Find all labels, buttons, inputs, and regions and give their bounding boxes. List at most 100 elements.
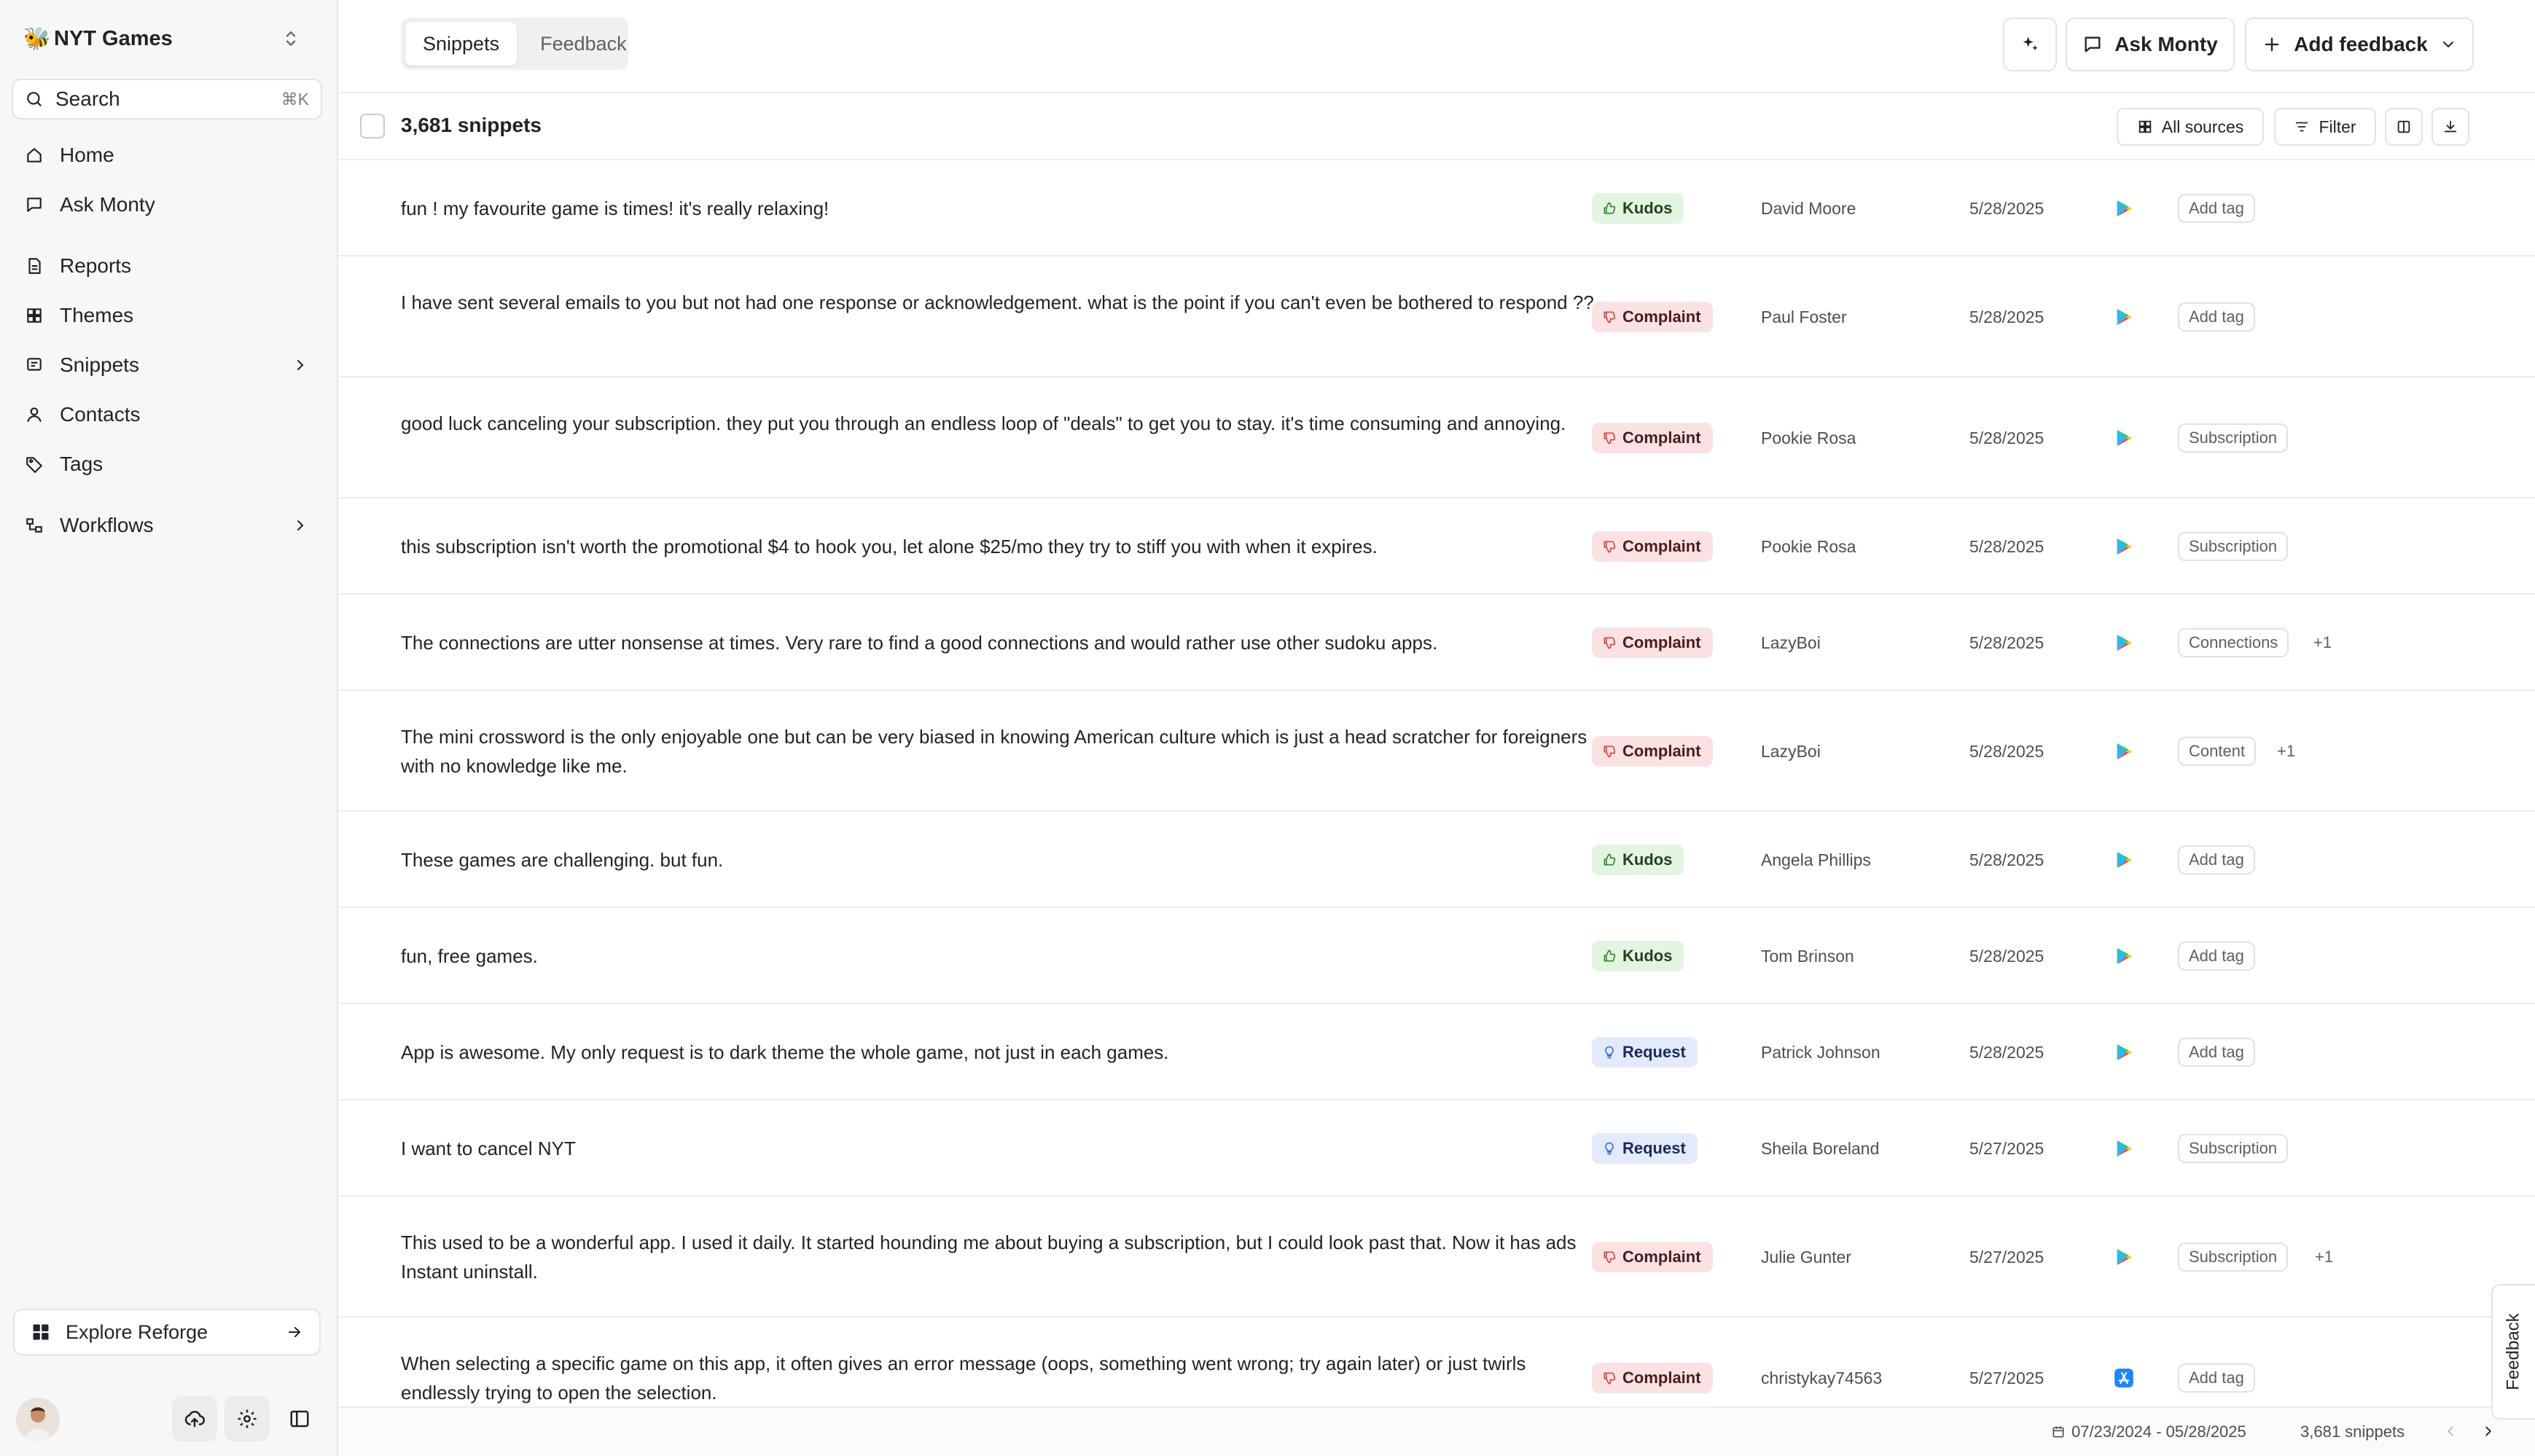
feedback-widget-tab[interactable]: Feedback (2491, 1284, 2535, 1420)
table-row[interactable]: I have sent several emails to you but no… (338, 257, 2535, 377)
tag-chip[interactable]: Subscription (2178, 423, 2289, 453)
table-row[interactable]: this subscription isn't worth the promot… (338, 498, 2535, 595)
snippet-text: When selecting a specific game on this a… (401, 1353, 1526, 1404)
google-play-icon (2117, 200, 2132, 217)
all-sources-label: All sources (2161, 117, 2244, 136)
google-play-icon (2117, 1248, 2132, 1266)
all-sources-button[interactable]: All sources (2117, 108, 2264, 146)
category-badge[interactable]: Complaint (1592, 627, 1713, 658)
tag-chip[interactable]: Subscription (2178, 532, 2289, 561)
table-row[interactable]: The connections are utter nonsense at ti… (338, 595, 2535, 691)
table-row[interactable]: App is awesome. My only request is to da… (338, 1004, 2535, 1100)
category-badge[interactable]: Complaint (1592, 531, 1713, 562)
category-label: Kudos (1622, 947, 1673, 965)
category-badge[interactable]: Complaint (1592, 423, 1713, 453)
tag-chip[interactable]: Add tag (2178, 942, 2255, 971)
explore-reforge-button[interactable]: Explore Reforge (13, 1309, 321, 1355)
sidebar-item-contacts[interactable]: Contacts (12, 394, 322, 436)
ai-sparkle-button[interactable] (2003, 17, 2057, 71)
category-badge[interactable]: Kudos (1592, 193, 1684, 224)
tag-chip[interactable]: Subscription (2178, 1242, 2289, 1272)
view-tabs: Snippets Feedback (401, 17, 628, 70)
table-row[interactable]: fun ! my favourite game is times! it's r… (338, 160, 2535, 257)
author-name: Angela Phillips (1761, 850, 1871, 869)
chevron-up-down-icon (286, 31, 296, 46)
tag-chip[interactable]: Add tag (2178, 845, 2255, 874)
upload-button[interactable] (172, 1396, 217, 1441)
category-badge[interactable]: Kudos (1592, 941, 1684, 971)
category-badge[interactable]: Complaint (1592, 1242, 1713, 1272)
tag-chip[interactable]: Add tag (2178, 1038, 2255, 1067)
sidebar-item-home[interactable]: Home (12, 134, 322, 176)
tag-chip[interactable]: Add tag (2178, 1363, 2255, 1393)
select-all-checkbox[interactable] (360, 114, 385, 138)
grid-icon (27, 308, 42, 323)
category-label: Complaint (1622, 428, 1701, 447)
snippet-text: This used to be a wonderful app. I used … (401, 1232, 1577, 1283)
category-badge[interactable]: Complaint (1592, 302, 1713, 332)
snippet-date: 5/27/2025 (1969, 1139, 2044, 1158)
table-row[interactable]: good luck canceling your subscription. t… (338, 377, 2535, 498)
sidebar-item-ask-monty[interactable]: Ask Monty (12, 184, 322, 226)
list-header: 3,681 snippets All sources Filter (338, 93, 2535, 160)
sidebar-item-workflows[interactable]: Workflows (12, 504, 322, 547)
tag-chip[interactable]: Content (2178, 737, 2257, 766)
category-badge[interactable]: Complaint (1592, 736, 1713, 767)
tab-feedback[interactable]: Feedback (523, 22, 644, 66)
footer-count: 3,681 snippets (2300, 1422, 2405, 1441)
ask-monty-label: Ask Monty (2114, 33, 2218, 55)
settings-button[interactable] (224, 1396, 270, 1441)
category-label: Kudos (1622, 850, 1673, 869)
chat-icon (2085, 36, 2101, 52)
top-toolbar: Snippets Feedback Ask Monty Add feedback (338, 0, 2535, 93)
extra-tags-count[interactable]: +1 (2315, 1248, 2333, 1267)
prev-page-button[interactable] (2437, 1418, 2464, 1444)
snippet-text: fun ! my favourite game is times! it's r… (401, 197, 829, 219)
snippet-text: App is awesome. My only request is to da… (401, 1041, 1169, 1063)
sidebar-item-reports[interactable]: Reports (12, 245, 322, 287)
thumbs-down-icon (1604, 311, 1616, 324)
tab-snippets[interactable]: Snippets (405, 22, 517, 66)
table-row[interactable]: The mini crossword is the only enjoyable… (338, 691, 2535, 812)
add-feedback-button[interactable]: Add feedback (2245, 17, 2474, 71)
tag-chip[interactable]: Add tag (2178, 302, 2255, 332)
category-label: Kudos (1622, 199, 1673, 217)
sidebar-item-tags[interactable]: Tags (12, 443, 322, 485)
columns-button[interactable] (2385, 108, 2423, 146)
sidebar-item-snippets[interactable]: Snippets (12, 344, 322, 386)
toggle-sidebar-button[interactable] (277, 1396, 322, 1441)
workspace-switcher[interactable]: 🐝 NYT Games (13, 17, 312, 60)
filter-icon (2296, 122, 2308, 132)
table-row[interactable]: fun, free games. Kudos Tom Brinson 5/28/202… (338, 908, 2535, 1004)
search-input[interactable]: Search ⌘K (12, 79, 322, 120)
tag-chip[interactable]: Connections (2178, 628, 2289, 657)
tag-chip[interactable]: Subscription (2178, 1134, 2289, 1163)
calendar-icon (2052, 1426, 2064, 1438)
category-badge[interactable]: Kudos (1592, 845, 1684, 875)
avatar[interactable] (16, 1398, 60, 1441)
date-range[interactable]: 07/23/2024 - 05/28/2025 (2051, 1422, 2246, 1441)
user-avatar-icon (16, 1398, 60, 1441)
table-row[interactable]: These games are challenging. but fun. Kud… (338, 812, 2535, 908)
extra-tags-count[interactable]: +1 (2313, 633, 2332, 652)
grid-icon (2138, 120, 2151, 133)
table-row[interactable]: I want to cancel NYT Request Sheila Borela… (338, 1100, 2535, 1197)
filter-button[interactable]: Filter (2274, 108, 2376, 146)
download-button[interactable] (2432, 108, 2469, 146)
thumbs-down-icon (1604, 541, 1616, 553)
sidebar-item-themes[interactable]: Themes (12, 294, 322, 337)
category-badge[interactable]: Request (1592, 1133, 1698, 1164)
table-row[interactable]: This used to be a wonderful app. I used … (338, 1197, 2535, 1318)
google-play-icon (2117, 308, 2132, 326)
next-page-button[interactable] (2475, 1418, 2501, 1444)
ask-monty-button[interactable]: Ask Monty (2066, 17, 2235, 71)
category-badge[interactable]: Complaint (1592, 1363, 1713, 1393)
sidebar-item-label: Reports (60, 254, 132, 277)
author-name: christykay74563 (1761, 1369, 1883, 1387)
category-badge[interactable]: Request (1592, 1037, 1698, 1068)
cloud-upload-icon (184, 1411, 206, 1428)
author-name: LazyBoi (1761, 633, 1821, 652)
snippet-date: 5/28/2025 (1969, 428, 2044, 447)
tag-chip[interactable]: Add tag (2178, 194, 2255, 223)
extra-tags-count[interactable]: +1 (2277, 742, 2295, 761)
